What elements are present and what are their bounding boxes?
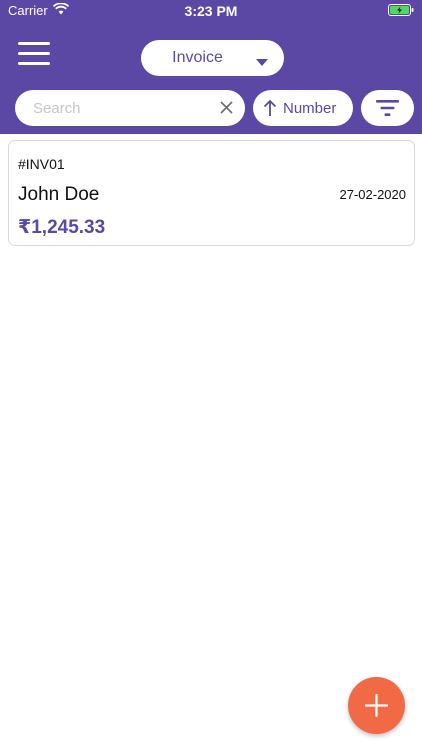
invoice-card[interactable]: #INV01 John Doe 27-02-2020 ₹1,245.33 — [8, 140, 415, 246]
document-type-dropdown[interactable]: Invoice — [141, 40, 284, 76]
app-header: Carrier 3:23 PM Invoice Search Number — [0, 0, 422, 134]
customer-name: John Doe — [18, 184, 100, 205]
filter-button[interactable] — [361, 90, 414, 126]
arrow-up-icon — [263, 99, 277, 122]
status-time: 3:23 PM — [184, 3, 238, 19]
sort-label: Number — [283, 100, 337, 117]
invoice-date: 27-02-2020 — [339, 187, 407, 202]
clear-search-icon[interactable] — [220, 101, 233, 119]
caret-down-icon — [256, 54, 268, 72]
hamburger-menu-icon[interactable] — [18, 42, 50, 66]
search-input[interactable] — [33, 90, 213, 126]
invoice-number: #INV01 — [18, 156, 65, 172]
status-bar: Carrier 3:23 PM — [0, 0, 422, 22]
search-bar — [15, 90, 245, 126]
sort-button[interactable]: Number — [253, 90, 353, 126]
battery-icon — [388, 4, 414, 19]
add-invoice-button[interactable] — [348, 677, 405, 734]
document-type-label: Invoice — [172, 49, 223, 66]
invoice-amount: ₹1,245.33 — [18, 217, 106, 238]
